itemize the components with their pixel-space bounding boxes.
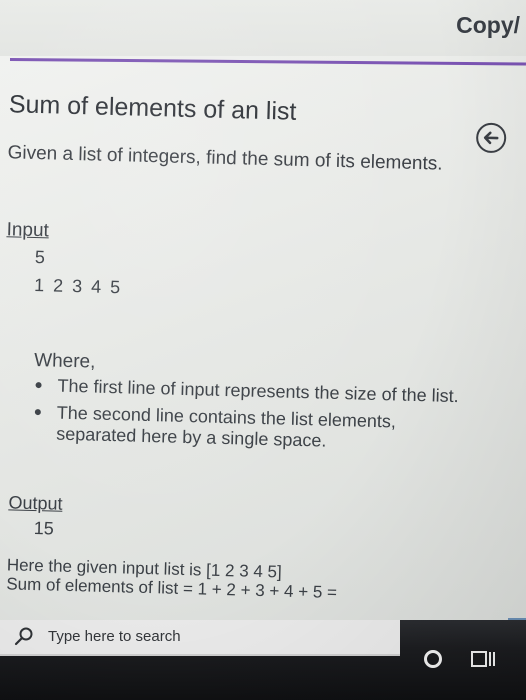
output-value: 15 (33, 518, 55, 539)
where-label: Where, (33, 350, 96, 373)
taskbar-search-box[interactable]: Type here to search (0, 620, 400, 656)
input-heading: Input (6, 219, 50, 242)
explanation: Here the given input list is [1 2 3 4 5]… (6, 555, 477, 605)
back-arrow-icon (483, 131, 499, 145)
bullet-icon (34, 409, 41, 416)
output-heading: Output (8, 492, 63, 514)
problem-panel: Sum of elements of an list Given a list … (0, 62, 526, 634)
input-notes: The first line of input represents the s… (30, 375, 482, 462)
copy-link[interactable]: Copy/ (456, 12, 520, 39)
bullet-icon (35, 382, 42, 389)
task-view-icon[interactable] (470, 649, 496, 671)
taskbar: Type here to search (0, 620, 526, 700)
note-text: The first line of input represents the s… (57, 375, 459, 407)
input-line-size: 5 (34, 246, 48, 268)
cortana-icon[interactable] (424, 650, 442, 668)
search-icon (14, 627, 33, 646)
input-line-elements: 1 2 3 4 5 (33, 274, 123, 298)
screen: Copy/ Sum of elements of an list Given a… (0, 0, 526, 700)
problem-description: Given a list of integers, find the sum o… (7, 142, 443, 175)
list-item: The second line contains the list elemen… (30, 402, 481, 456)
back-button[interactable] (475, 122, 507, 154)
problem-title: Sum of elements of an list (8, 90, 297, 126)
top-bar: Copy/ (0, 0, 526, 56)
note-text: The second line contains the list elemen… (56, 402, 397, 451)
search-placeholder: Type here to search (48, 628, 181, 645)
